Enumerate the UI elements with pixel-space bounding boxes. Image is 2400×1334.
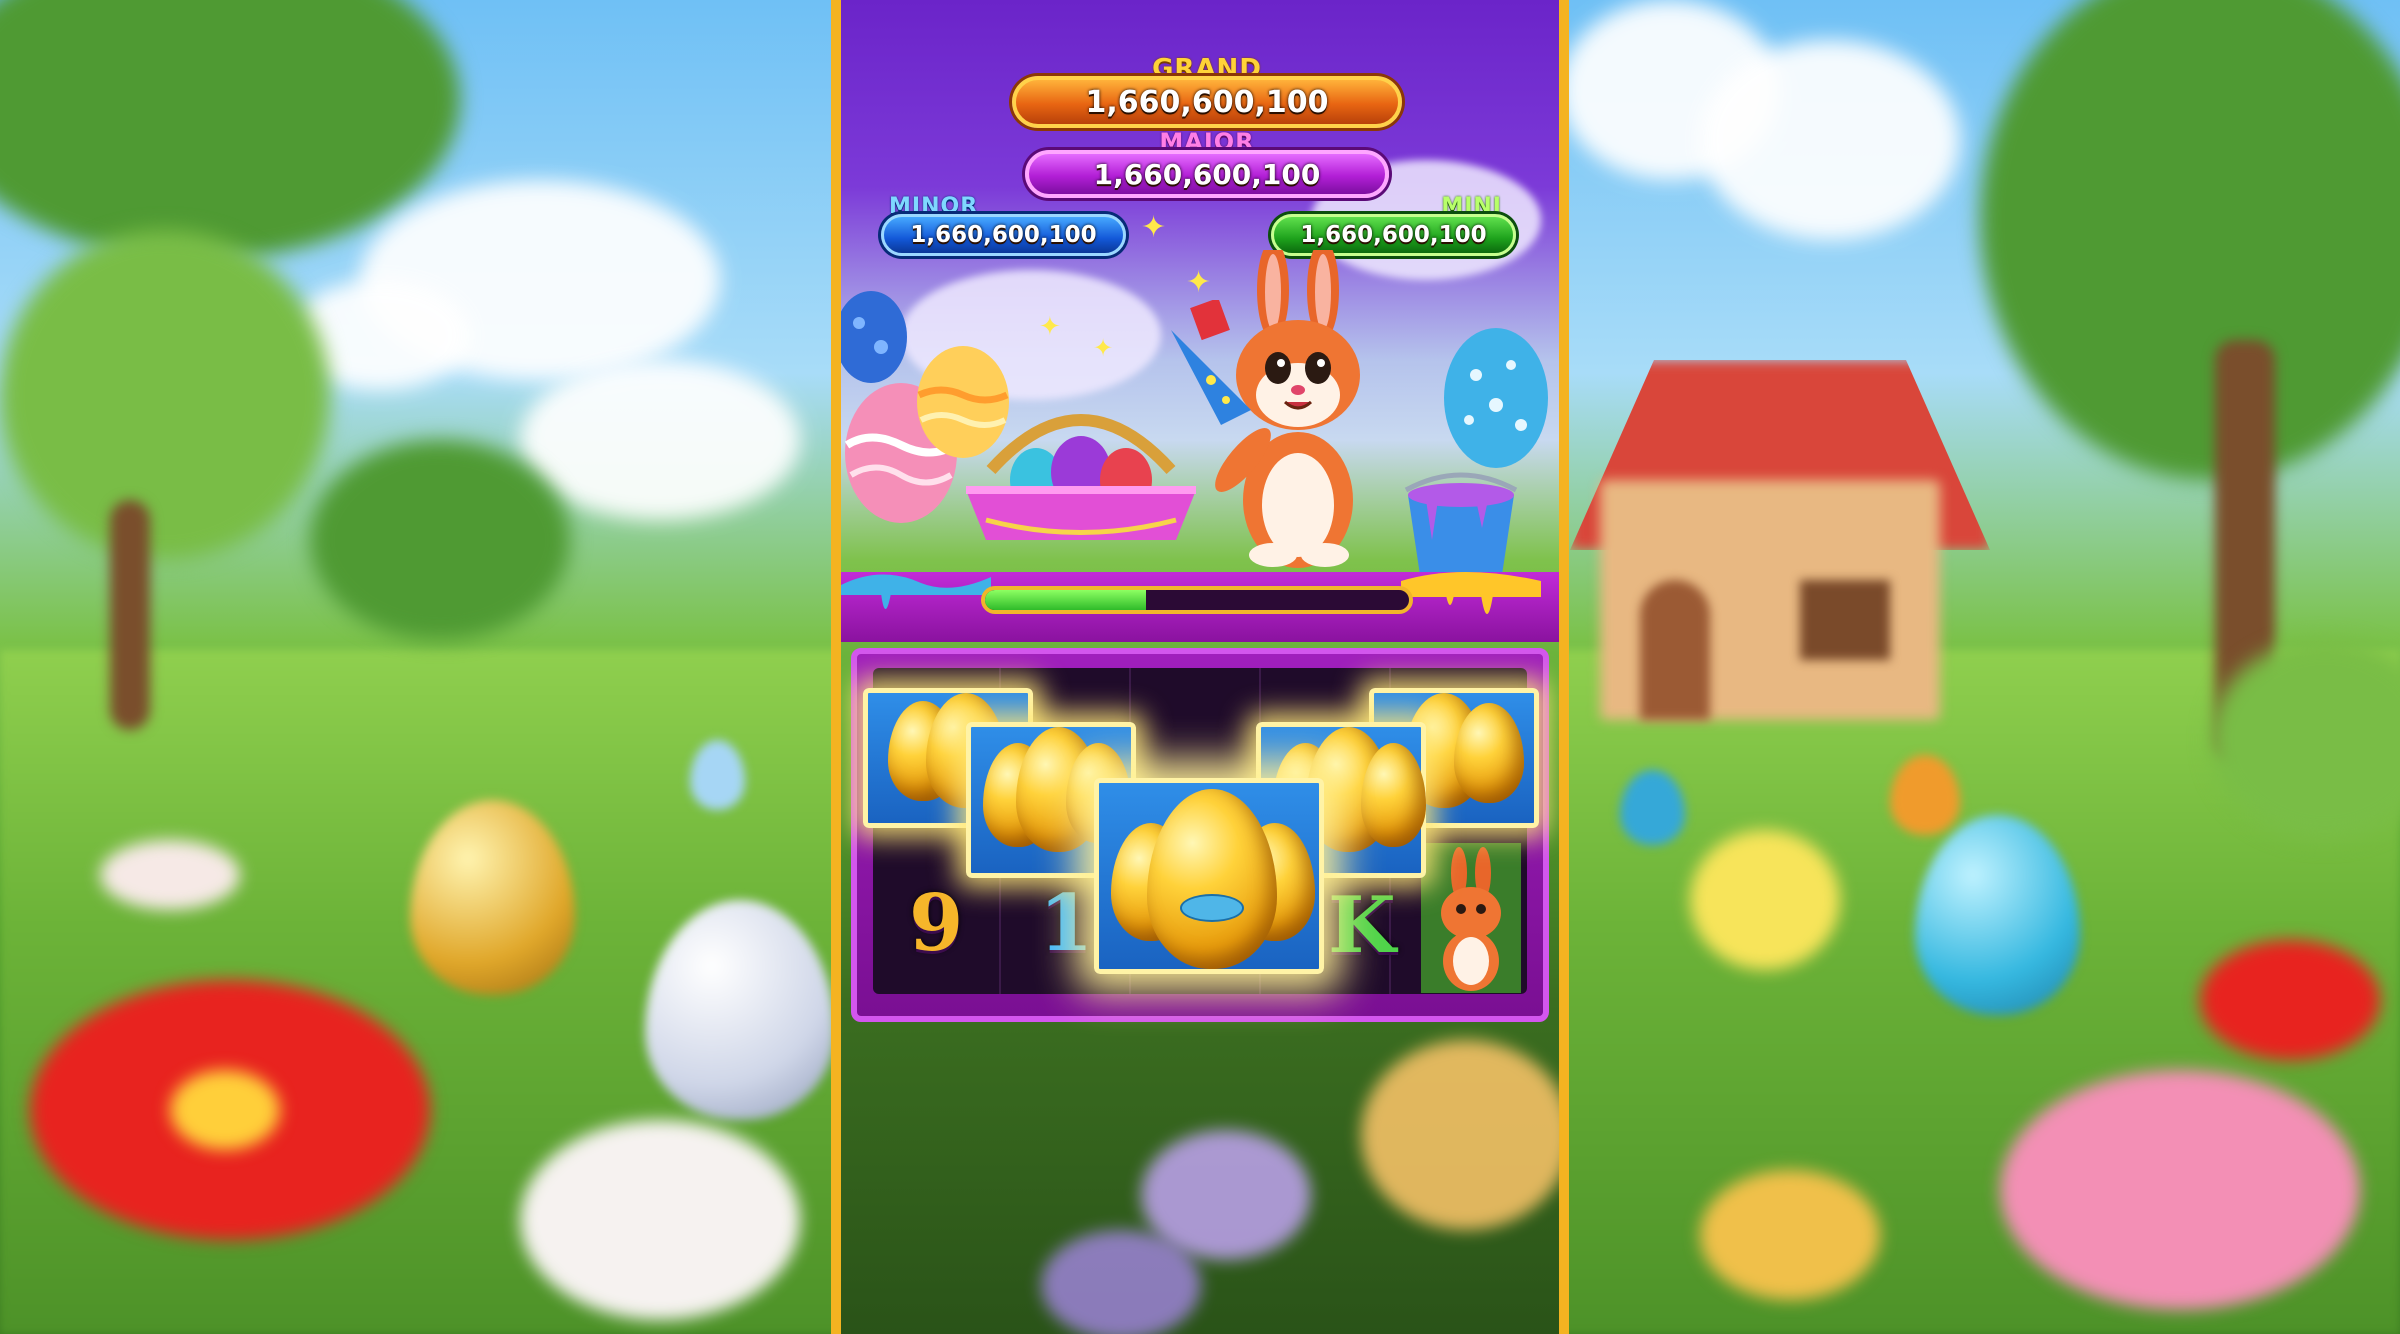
progress-fill — [985, 590, 1147, 610]
jackpot-minor-value: 1,660,600,100 — [881, 214, 1126, 256]
golden-egg-icon — [1361, 743, 1426, 847]
teal-spotted-egg-icon — [1444, 328, 1548, 468]
tree-trunk — [110, 500, 150, 730]
cloud — [1700, 40, 1960, 240]
reel-symbol-k: K — [1328, 880, 1396, 971]
tree-canopy — [1980, 0, 2400, 480]
orange-flower — [1361, 1040, 1559, 1230]
flower-center — [170, 1070, 280, 1150]
rabbit-symbol-icon — [1421, 843, 1521, 993]
progress-bar — [981, 586, 1413, 614]
golden-egg-icon — [1454, 703, 1524, 803]
jackpot-grand-value: 1,660,600,100 — [1012, 76, 1402, 128]
slot-game-panel: GRAND 1,660,600,100 MAJOR 1,660,600,100 … — [831, 0, 1569, 1334]
reel-symbol-nine: 9 — [909, 878, 964, 969]
jackpot-grand: GRAND 1,660,600,100 — [1012, 54, 1402, 134]
tree-canopy — [0, 0, 460, 260]
reel-symbol-one: 1 — [1039, 878, 1094, 969]
jackpot-major: MAJOR 1,660,600,100 — [1025, 128, 1389, 204]
purple-flower — [1041, 1230, 1201, 1334]
red-flower — [2200, 940, 2380, 1060]
cloud — [520, 360, 800, 520]
house-door — [1640, 580, 1710, 720]
golden-egg-tile-center — [1094, 778, 1324, 974]
blue-spotted-egg-icon — [841, 291, 907, 383]
tree-canopy — [0, 230, 330, 560]
pink-flower — [2000, 1070, 2360, 1310]
tree-canopy — [310, 440, 570, 640]
jackpot-minor: MINOR 1,660,600,100 — [881, 194, 1126, 260]
golden-egg-icon — [1147, 789, 1277, 969]
white-flower — [100, 840, 240, 910]
sparkle-icon: ✦ — [1141, 210, 1167, 245]
ribbon-bow-icon — [1180, 894, 1244, 922]
sparkle-icon: ✦ — [1093, 334, 1114, 362]
jackpot-major-value: 1,660,600,100 — [1025, 150, 1389, 198]
white-flower — [520, 1120, 800, 1320]
house-window — [1800, 580, 1890, 660]
yellow-flower — [1700, 1170, 1880, 1300]
sparkle-icon: ✦ — [1039, 312, 1061, 342]
party-popper-icon — [1171, 300, 1251, 425]
sparkle-icon: ✦ — [1186, 265, 1212, 300]
duck — [1690, 830, 1840, 970]
